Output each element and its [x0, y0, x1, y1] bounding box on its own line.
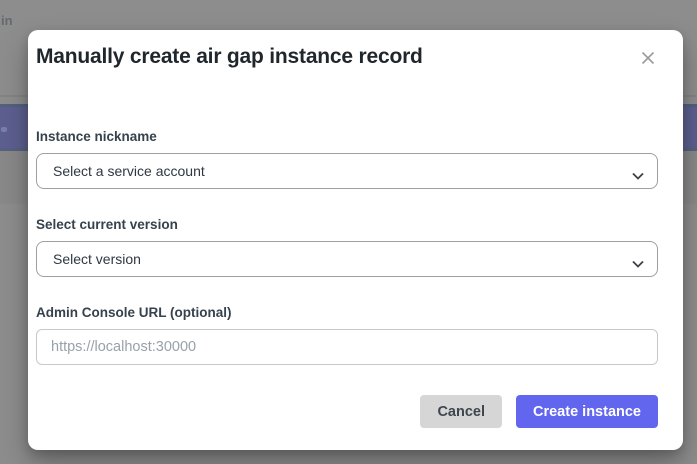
modal-header: Manually create air gap instance record — [28, 30, 683, 69]
background-row-marker — [1, 127, 7, 132]
background-partial-text: in — [1, 13, 13, 28]
modal-title: Manually create air gap instance record — [36, 44, 643, 69]
version-select-value: Select version — [53, 251, 141, 267]
version-select[interactable]: Select version — [36, 241, 658, 277]
create-airgap-instance-modal: Manually create air gap instance record … — [28, 30, 683, 450]
admin-console-url-label: Admin Console URL (optional) — [36, 305, 658, 320]
admin-console-url-input[interactable] — [36, 329, 658, 365]
modal-body: Instance nickname Select a service accou… — [28, 69, 683, 365]
cancel-button[interactable]: Cancel — [420, 395, 502, 428]
field-instance-nickname: Instance nickname Select a service accou… — [36, 129, 658, 189]
modal-footer: Cancel Create instance — [36, 395, 658, 428]
chevron-down-icon — [632, 255, 644, 263]
service-account-select[interactable]: Select a service account — [36, 153, 658, 189]
create-instance-button[interactable]: Create instance — [516, 395, 658, 428]
chevron-down-icon — [632, 167, 644, 175]
current-version-label: Select current version — [36, 217, 658, 232]
close-icon — [640, 50, 656, 66]
close-button[interactable] — [637, 47, 659, 69]
service-account-select-value: Select a service account — [53, 163, 205, 179]
field-current-version: Select current version Select version — [36, 217, 658, 277]
field-admin-console-url: Admin Console URL (optional) — [36, 305, 658, 365]
instance-nickname-label: Instance nickname — [36, 129, 658, 144]
